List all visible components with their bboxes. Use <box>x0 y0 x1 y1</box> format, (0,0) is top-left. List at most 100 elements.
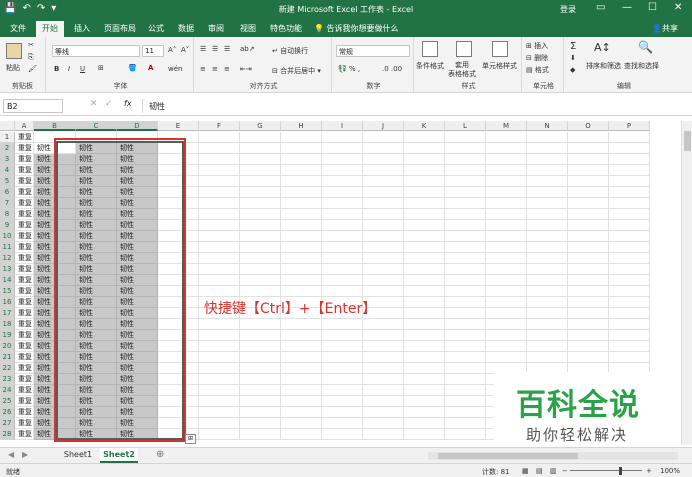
cell-c21[interactable]: 韧性 <box>76 352 117 363</box>
cell-i23[interactable] <box>322 374 363 385</box>
cell-k21[interactable] <box>404 352 445 363</box>
cell-d8[interactable]: 韧性 <box>117 209 158 220</box>
cell-h22[interactable] <box>281 363 322 374</box>
cell-e20[interactable] <box>158 341 199 352</box>
cell-h6[interactable] <box>281 187 322 198</box>
copy-icon[interactable]: ⎘ <box>28 53 34 62</box>
column-header-b[interactable]: B <box>34 121 76 131</box>
cell-l8[interactable] <box>445 209 486 220</box>
cell-a19[interactable]: 重复 <box>15 330 34 341</box>
cell-h14[interactable] <box>281 275 322 286</box>
cell-n7[interactable] <box>527 198 568 209</box>
cell-f19[interactable] <box>199 330 240 341</box>
cell-a5[interactable]: 重复 <box>15 176 34 187</box>
cell-m19[interactable] <box>486 330 527 341</box>
cell-d6[interactable]: 韧性 <box>117 187 158 198</box>
font-size-combo[interactable]: 11 <box>142 45 164 57</box>
vertical-scroll-thumb[interactable] <box>684 131 691 151</box>
normal-view-icon[interactable]: ▦ <box>522 467 529 475</box>
find-select-button[interactable]: 查找和选择 <box>624 61 659 71</box>
cell-f7[interactable] <box>199 198 240 209</box>
cell-a23[interactable]: 重复 <box>15 374 34 385</box>
enter-icon[interactable]: ✓ <box>105 99 113 109</box>
align-right-icon[interactable]: ≡ <box>224 65 230 73</box>
wrap-text-button[interactable]: ↵ 自动换行 <box>272 46 308 56</box>
cell-i15[interactable] <box>322 286 363 297</box>
cell-o4[interactable] <box>568 165 609 176</box>
cell-i6[interactable] <box>322 187 363 198</box>
cell-n9[interactable] <box>527 220 568 231</box>
shrink-font-button[interactable]: A˅ <box>181 46 189 54</box>
cell-h5[interactable] <box>281 176 322 187</box>
cell-o3[interactable] <box>568 154 609 165</box>
cell-f27[interactable] <box>199 418 240 429</box>
cell-n14[interactable] <box>527 275 568 286</box>
cell-j15[interactable] <box>363 286 404 297</box>
cell-g23[interactable] <box>240 374 281 385</box>
cell-k8[interactable] <box>404 209 445 220</box>
cell-styles-icon[interactable] <box>492 41 508 57</box>
cell-g4[interactable] <box>240 165 281 176</box>
cell-b11[interactable]: 韧性 <box>34 242 76 253</box>
cell-e27[interactable] <box>158 418 199 429</box>
paste-button[interactable]: 粘贴 <box>6 63 20 73</box>
cancel-icon[interactable]: ✕ <box>90 99 98 109</box>
column-header-a[interactable]: A <box>15 121 34 131</box>
cell-d28[interactable]: 韧性 <box>117 429 158 440</box>
cell-l26[interactable] <box>445 407 486 418</box>
cell-c27[interactable]: 韧性 <box>76 418 117 429</box>
cell-j7[interactable] <box>363 198 404 209</box>
cell-a16[interactable]: 重复 <box>15 297 34 308</box>
cell-p21[interactable] <box>609 352 650 363</box>
cell-j19[interactable] <box>363 330 404 341</box>
cell-k23[interactable] <box>404 374 445 385</box>
cell-d14[interactable]: 韧性 <box>117 275 158 286</box>
cell-k1[interactable] <box>404 132 445 143</box>
border-icon[interactable]: ⊞ <box>98 64 104 72</box>
cell-g24[interactable] <box>240 385 281 396</box>
cell-p17[interactable] <box>609 308 650 319</box>
cell-b15[interactable]: 韧性 <box>34 286 76 297</box>
cell-n3[interactable] <box>527 154 568 165</box>
cell-g11[interactable] <box>240 242 281 253</box>
cell-l11[interactable] <box>445 242 486 253</box>
cell-e17[interactable] <box>158 308 199 319</box>
cell-o8[interactable] <box>568 209 609 220</box>
cell-c15[interactable]: 韧性 <box>76 286 117 297</box>
cell-j1[interactable] <box>363 132 404 143</box>
cell-k24[interactable] <box>404 385 445 396</box>
cell-f2[interactable] <box>199 143 240 154</box>
cell-j4[interactable] <box>363 165 404 176</box>
column-header-n[interactable]: N <box>527 121 568 131</box>
cell-n18[interactable] <box>527 319 568 330</box>
cell-m2[interactable] <box>486 143 527 154</box>
row-header-19[interactable]: 19 <box>0 330 15 341</box>
cell-p6[interactable] <box>609 187 650 198</box>
insert-cells-button[interactable]: ⊞ 插入 <box>526 41 548 51</box>
cell-o17[interactable] <box>568 308 609 319</box>
cell-g7[interactable] <box>240 198 281 209</box>
cell-k11[interactable] <box>404 242 445 253</box>
cell-j10[interactable] <box>363 231 404 242</box>
cell-k2[interactable] <box>404 143 445 154</box>
cell-h20[interactable] <box>281 341 322 352</box>
row-header-1[interactable]: 1 <box>0 132 15 143</box>
cell-b27[interactable]: 韧性 <box>34 418 76 429</box>
cell-f10[interactable] <box>199 231 240 242</box>
column-header-i[interactable]: I <box>322 121 363 131</box>
cell-h21[interactable] <box>281 352 322 363</box>
row-header-28[interactable]: 28 <box>0 429 15 440</box>
merge-center-button[interactable]: ⊟ 合并后居中 ▾ <box>272 66 321 76</box>
minimize-icon[interactable]: — <box>622 2 632 13</box>
cell-m15[interactable] <box>486 286 527 297</box>
cell-n11[interactable] <box>527 242 568 253</box>
underline-button[interactable]: U <box>80 65 85 73</box>
cell-g3[interactable] <box>240 154 281 165</box>
cell-g26[interactable] <box>240 407 281 418</box>
cell-c11[interactable]: 韧性 <box>76 242 117 253</box>
cell-j5[interactable] <box>363 176 404 187</box>
cell-c19[interactable]: 韧性 <box>76 330 117 341</box>
cell-a14[interactable]: 重复 <box>15 275 34 286</box>
cell-o21[interactable] <box>568 352 609 363</box>
cell-e4[interactable] <box>158 165 199 176</box>
